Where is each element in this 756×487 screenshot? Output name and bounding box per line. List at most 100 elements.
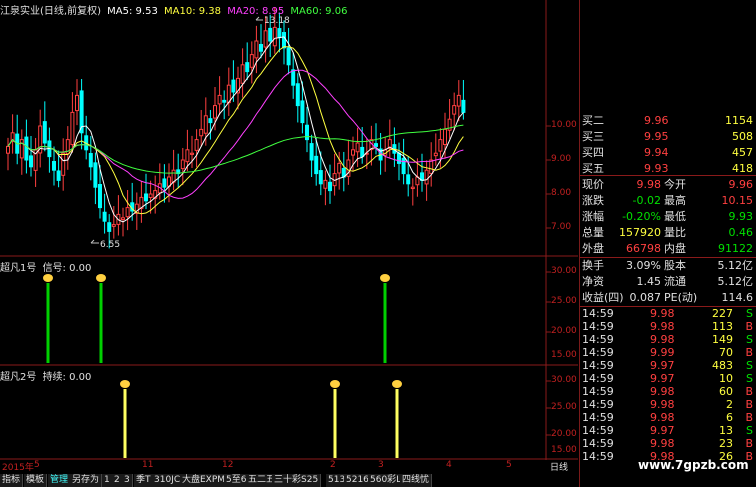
tick-time: 14:59 xyxy=(582,359,614,372)
tick-row: 14:59 9.97 483 S xyxy=(580,359,756,372)
candle-body xyxy=(249,54,254,68)
finance-label: 股本 xyxy=(664,259,686,272)
tick-side: B xyxy=(745,437,753,450)
stat-label: 涨跌 xyxy=(582,194,604,207)
tab-12[interactable]: 三十彩S25 xyxy=(272,474,322,487)
candle-body xyxy=(438,139,443,152)
tick-row: 14:59 9.98 60 B xyxy=(580,385,756,398)
tick-side: S xyxy=(746,424,753,437)
candle-body xyxy=(24,136,29,161)
candle-body xyxy=(277,28,282,39)
stat-value: 9.96 xyxy=(728,178,754,191)
candle-body xyxy=(355,142,360,153)
tab-7[interactable]: 季T xyxy=(134,474,154,487)
tick-side: B xyxy=(745,385,753,398)
candle-body xyxy=(56,170,61,181)
tick-side: B xyxy=(745,346,753,359)
moving-average-lines xyxy=(7,36,464,223)
candle-body xyxy=(433,152,438,157)
quote-panel: 买二 9.96 1154 买三 9.95 508 买四 9.94 457 买五 9.93 418 现价… xyxy=(579,0,756,487)
candle-body xyxy=(29,155,33,168)
tick-side: S xyxy=(746,333,753,346)
tick-price: 9.98 xyxy=(650,411,675,424)
tick-row: 14:59 9.98 149 S xyxy=(580,333,756,346)
finance-row: 净资 1.45 流通 5.12亿 xyxy=(580,274,756,290)
tick-side: B xyxy=(745,411,753,424)
tick-time: 14:59 xyxy=(582,450,614,463)
date-label: 12 xyxy=(222,460,234,470)
tick-price: 9.97 xyxy=(650,424,675,437)
tick-side: B xyxy=(745,398,753,411)
finance-label: PE(动) xyxy=(664,291,698,304)
tick-row: 14:59 9.98 23 B xyxy=(580,437,756,450)
date-label: 5 xyxy=(506,460,512,470)
candle-body xyxy=(98,184,102,209)
candle-body xyxy=(305,124,309,141)
tick-time: 14:59 xyxy=(582,333,614,346)
date-label: 2015年 xyxy=(2,463,34,473)
finance-value: 5.12亿 xyxy=(717,275,754,288)
tab-3[interactable]: 另存为 xyxy=(70,474,103,487)
indicator-2-title: 超凡2号 xyxy=(0,372,37,383)
y-tick: 30.00 xyxy=(551,375,577,385)
tab-1[interactable]: 模板 xyxy=(24,474,48,487)
stat-label: 今开 xyxy=(664,178,686,191)
stat-row: 现价 9.98 今开 9.96 xyxy=(580,177,756,193)
stat-value: 91122 xyxy=(718,242,753,255)
kline-chart[interactable]: 13.18 6.55 xyxy=(0,0,578,460)
bid-volume: 508 xyxy=(732,130,753,143)
tick-row: 14:59 9.98 227 S xyxy=(580,307,756,320)
tick-price: 9.98 xyxy=(650,385,675,398)
candle-body xyxy=(461,99,466,113)
high-label: 13.18 xyxy=(264,16,290,26)
stat-value: -0.02 xyxy=(632,194,661,207)
candle-body xyxy=(259,43,263,52)
signal-2-markers xyxy=(120,380,402,458)
candle-body xyxy=(19,139,24,159)
date-label: 2 xyxy=(330,460,336,470)
watermark: www.7gpzb.com xyxy=(638,458,749,472)
stat-label: 最低 xyxy=(664,210,686,223)
tick-time: 14:59 xyxy=(582,385,614,398)
candle-body xyxy=(125,207,130,218)
candle-body xyxy=(286,47,291,66)
ma5-label: MA5: 9.53 xyxy=(107,6,158,17)
tick-time: 14:59 xyxy=(582,437,614,450)
tab-6[interactable]: 3 xyxy=(122,474,133,487)
bid-name: 买二 xyxy=(582,114,604,127)
tab-16[interactable]: 四线忧 xyxy=(400,474,433,487)
bid-name: 买三 xyxy=(582,130,604,143)
stat-row: 总量 157920 量比 0.46 xyxy=(580,225,756,241)
ma20-label: MA20: 8.95 xyxy=(227,6,285,17)
candle-body xyxy=(171,169,176,183)
indicator-2-label: 持续: 0.00 xyxy=(42,372,92,383)
tick-price: 9.98 xyxy=(650,320,675,333)
tick-time: 14:59 xyxy=(582,424,614,437)
bid-row: 买二 9.96 1154 xyxy=(580,113,756,129)
finance-row: 收益(四) 0.087 PE(动) 114.6 xyxy=(580,290,756,306)
candle-body xyxy=(360,146,365,158)
tick-volume: 113 xyxy=(712,320,733,333)
period-label[interactable]: 日线 xyxy=(550,460,568,473)
tick-price: 9.98 xyxy=(650,437,675,450)
tick-price: 9.97 xyxy=(650,359,675,372)
tab-15[interactable]: 560彩L xyxy=(368,474,405,487)
bid-volume: 1154 xyxy=(725,114,753,127)
candle-body xyxy=(180,159,185,170)
tab-8[interactable]: 310JC xyxy=(152,474,184,487)
candle-body xyxy=(190,152,194,155)
tab-2[interactable]: 管理 xyxy=(48,474,72,487)
tick-time: 14:59 xyxy=(582,411,614,424)
y-tick: 7.00 xyxy=(551,222,572,232)
candle-body xyxy=(429,159,434,174)
y-tick: 20.00 xyxy=(551,429,577,439)
candle-body xyxy=(410,186,415,190)
candle-body xyxy=(75,94,79,112)
low-label: 6.55 xyxy=(100,240,120,250)
tick-time: 14:59 xyxy=(582,372,614,385)
tab-0[interactable]: 指标 xyxy=(0,474,24,487)
y-tick: 8.00 xyxy=(551,188,572,198)
candle-body xyxy=(222,99,227,103)
stat-value: 66798 xyxy=(626,242,661,255)
ma60-label: MA60: 9.06 xyxy=(290,6,348,17)
